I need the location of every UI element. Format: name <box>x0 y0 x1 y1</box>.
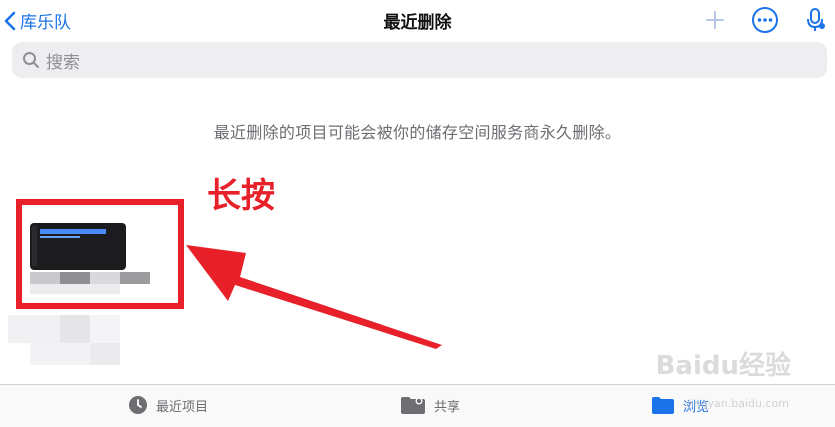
tab-shared-label: 共享 <box>434 399 461 415</box>
file-meta-blurred <box>30 343 90 365</box>
microphone-icon <box>807 8 825 31</box>
tab-bar: 最近项目 共享 浏览 jingyan.baidu.com <box>0 384 835 427</box>
plus-icon <box>706 11 724 29</box>
watermark: Baidu经验 <box>655 351 791 381</box>
search-icon <box>23 52 39 68</box>
tab-shared[interactable]: 共享 <box>400 395 460 415</box>
annotation-label: 长按 <box>207 176 275 216</box>
clock-icon <box>129 396 147 414</box>
shared-folder-icon <box>401 397 425 414</box>
file-meta-blurred <box>90 343 120 365</box>
ellipsis-circle-icon <box>752 7 778 33</box>
search-placeholder: 搜索 <box>46 52 80 73</box>
file-meta-blurred <box>60 315 90 343</box>
browse-folder-icon <box>652 397 674 414</box>
file-meta-blurred <box>8 315 60 343</box>
file-meta-blurred <box>90 315 120 343</box>
annotation-arrow <box>186 245 442 349</box>
deletion-notice: 最近删除的项目可能会被你的储存空间服务商永久删除。 <box>213 123 622 142</box>
more-button[interactable] <box>751 6 779 34</box>
tab-recents-label: 最近项目 <box>156 399 209 415</box>
tab-recents[interactable]: 最近项目 <box>128 395 208 415</box>
watermark-sub: jingyan.baidu.com <box>687 397 789 410</box>
navigation-bar: 库乐队 最近删除 <box>0 0 835 40</box>
add-button[interactable] <box>705 10 725 30</box>
search-field[interactable]: 搜索 <box>12 42 827 78</box>
microphone-button[interactable] <box>805 7 827 33</box>
annotation-highlight-box <box>16 199 184 309</box>
